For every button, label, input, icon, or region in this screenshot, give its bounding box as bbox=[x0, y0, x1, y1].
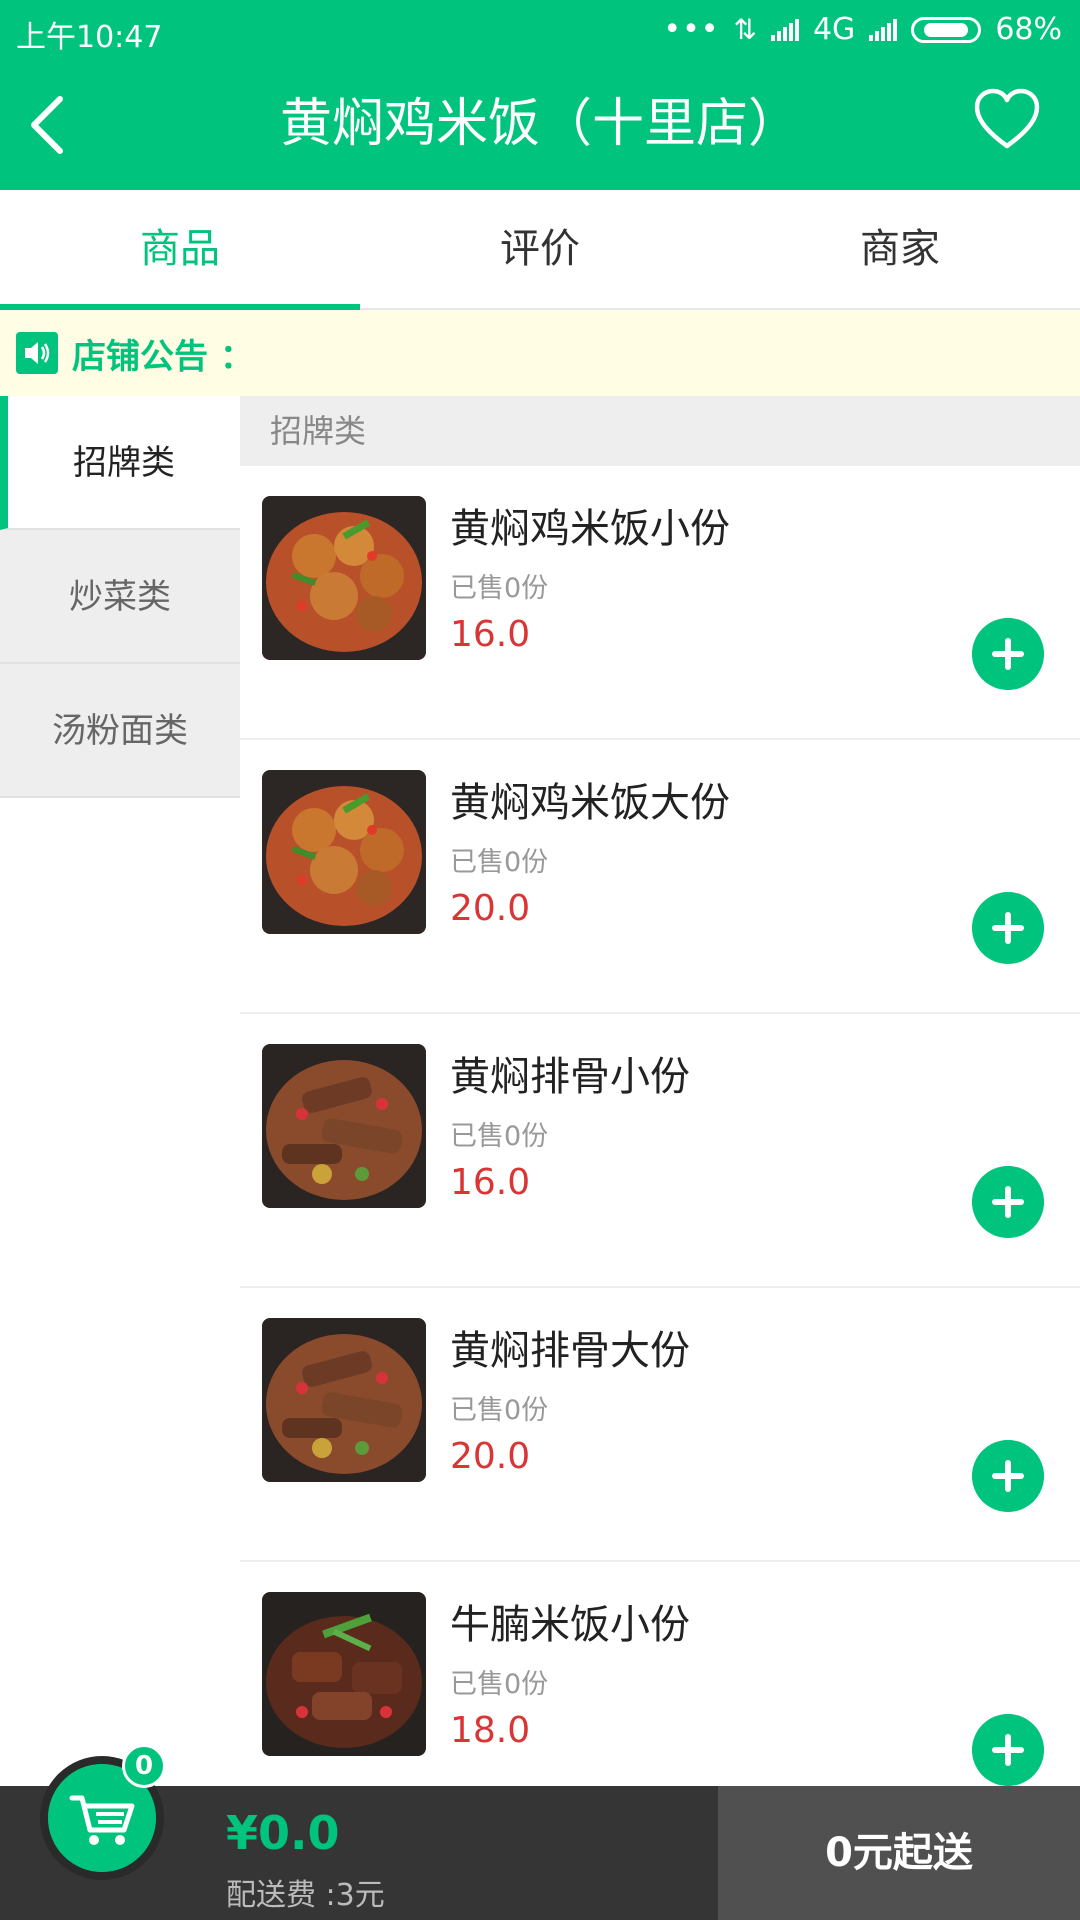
data-transfer-icon: ⇅ bbox=[733, 13, 757, 46]
store-notice: 店铺公告 ： bbox=[0, 310, 1080, 396]
category-sidebar: 招牌类 炒菜类 汤粉面类 bbox=[0, 396, 240, 1786]
product-image bbox=[262, 1044, 426, 1208]
plus-icon[interactable] bbox=[972, 1166, 1044, 1238]
status-bar: 上午10:47 ••• ⇅ 4G 68% bbox=[0, 0, 1080, 60]
product-sold: 已售0份 bbox=[450, 847, 549, 878]
category-item-signature[interactable]: 招牌类 bbox=[0, 396, 240, 530]
plus-icon[interactable] bbox=[972, 892, 1044, 964]
signal-icon bbox=[770, 18, 799, 41]
title-bar: 黄焖鸡米饭（十里店） bbox=[0, 60, 1080, 190]
network-type: 4G bbox=[812, 12, 856, 47]
product-name: 黄焖鸡米饭小份 bbox=[450, 506, 730, 552]
cart-count-badge: 0 bbox=[122, 1744, 166, 1788]
product-price: 18.0 bbox=[450, 1710, 531, 1751]
heart-icon[interactable] bbox=[972, 86, 1042, 156]
product-item[interactable]: 牛腩米饭小份 已售0份 18.0 bbox=[240, 1562, 1080, 1786]
product-sold: 已售0份 bbox=[450, 573, 549, 604]
product-name: 黄焖排骨大份 bbox=[450, 1328, 690, 1374]
product-price: 16.0 bbox=[450, 614, 531, 655]
product-price: 20.0 bbox=[450, 888, 531, 929]
product-item[interactable]: 黄焖鸡米饭小份 已售0份 16.0 bbox=[240, 466, 1080, 740]
product-name: 黄焖排骨小份 bbox=[450, 1054, 690, 1100]
product-price: 16.0 bbox=[450, 1162, 531, 1203]
product-name: 黄焖鸡米饭大份 bbox=[450, 780, 730, 826]
checkout-button[interactable]: 0元起送 bbox=[718, 1786, 1080, 1920]
tab-merchant[interactable]: 商家 bbox=[720, 190, 1080, 308]
category-item-stir-fry[interactable]: 炒菜类 bbox=[0, 530, 240, 664]
notice-label: 店铺公告 ： bbox=[72, 336, 254, 377]
tab-reviews[interactable]: 评价 bbox=[360, 190, 720, 308]
status-time: 上午10:47 bbox=[16, 20, 163, 55]
product-list: 招牌类 黄焖鸡米饭小份 已售0份 16.0 黄焖鸡米饭大份 已售0份 20.0 … bbox=[240, 396, 1080, 1786]
product-sold: 已售0份 bbox=[450, 1121, 549, 1152]
product-image bbox=[262, 1592, 426, 1756]
product-sold: 已售0份 bbox=[450, 1669, 549, 1700]
battery-level: 68% bbox=[995, 12, 1062, 47]
more-dots-icon: ••• bbox=[663, 12, 720, 47]
product-item[interactable]: 黄焖排骨大份 已售0份 20.0 bbox=[240, 1288, 1080, 1562]
plus-icon[interactable] bbox=[972, 1440, 1044, 1512]
cart-total: ¥0.0 bbox=[226, 1806, 340, 1860]
plus-icon[interactable] bbox=[972, 618, 1044, 690]
plus-icon[interactable] bbox=[972, 1714, 1044, 1786]
product-item[interactable]: 黄焖鸡米饭大份 已售0份 20.0 bbox=[240, 740, 1080, 1014]
tab-bar: 商品 评价 商家 bbox=[0, 190, 1080, 310]
product-price: 20.0 bbox=[450, 1436, 531, 1477]
category-item-noodles[interactable]: 汤粉面类 bbox=[0, 664, 240, 798]
product-image bbox=[262, 770, 426, 934]
product-image bbox=[262, 496, 426, 660]
page-title: 黄焖鸡米饭（十里店） bbox=[279, 94, 800, 154]
product-item[interactable]: 黄焖排骨小份 已售0份 16.0 bbox=[240, 1014, 1080, 1288]
back-arrow-icon[interactable] bbox=[20, 85, 80, 165]
signal-icon-2 bbox=[869, 18, 898, 41]
battery-icon bbox=[911, 16, 982, 43]
delivery-fee: 配送费 :3元 bbox=[226, 1878, 385, 1913]
tab-products[interactable]: 商品 bbox=[0, 190, 360, 310]
speaker-icon bbox=[16, 332, 58, 374]
status-indicators: ••• ⇅ 4G 68% bbox=[663, 12, 1062, 47]
product-name: 牛腩米饭小份 bbox=[450, 1602, 690, 1648]
section-header: 招牌类 bbox=[240, 396, 1080, 466]
product-image bbox=[262, 1318, 426, 1482]
product-sold: 已售0份 bbox=[450, 1395, 549, 1426]
